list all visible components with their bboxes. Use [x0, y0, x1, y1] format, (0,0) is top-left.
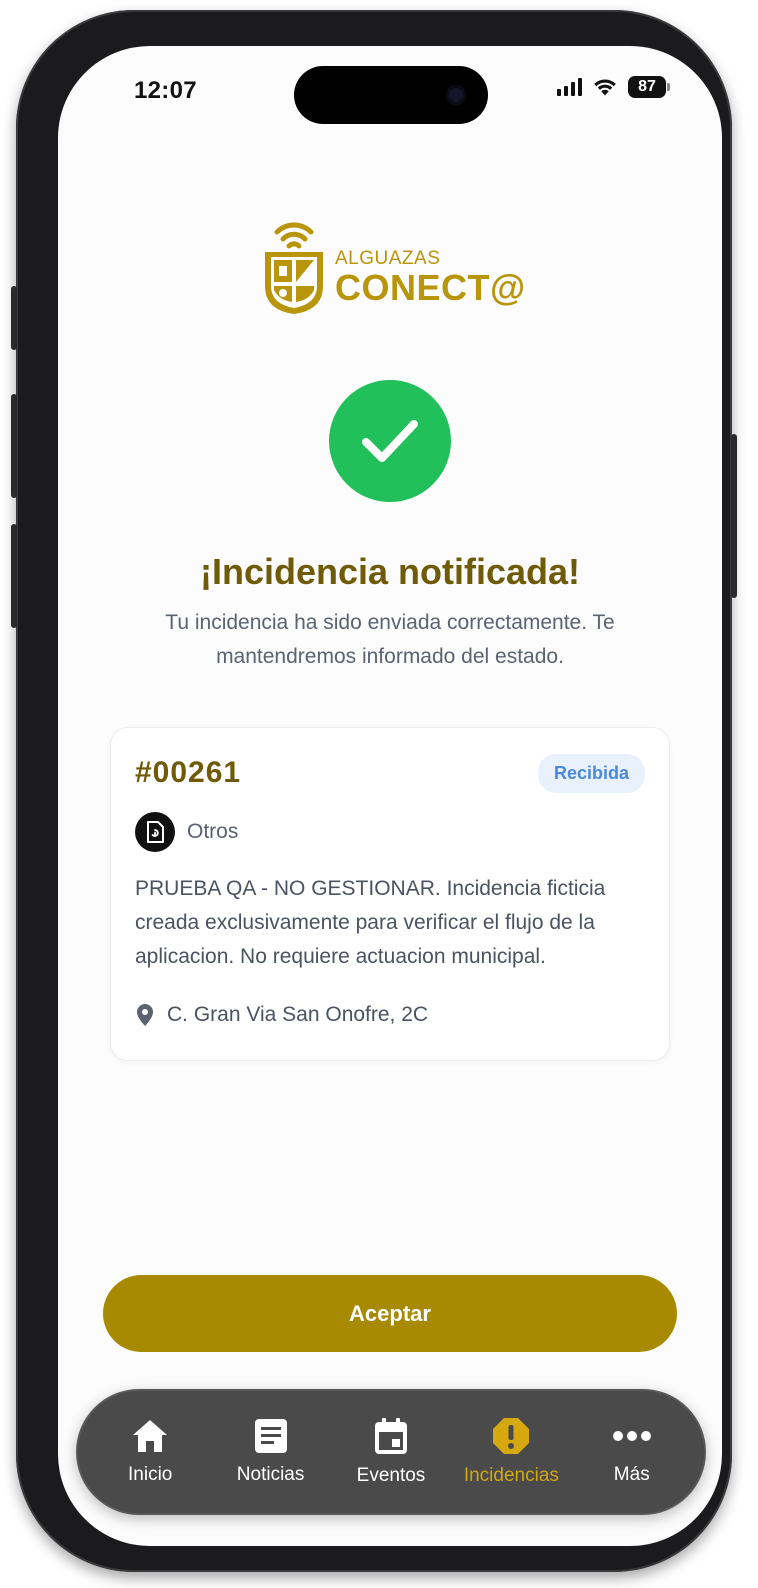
logo-line2: CONECT@ [335, 267, 526, 308]
status-time: 12:07 [134, 77, 197, 104]
home-icon [133, 1420, 168, 1452]
tab-eventos[interactable]: Eventos [331, 1402, 451, 1502]
status-badge: Recibida [537, 754, 645, 793]
tab-label: Inicio [128, 1464, 173, 1485]
document-icon [135, 812, 175, 852]
category-label: Otros [187, 820, 239, 843]
status-icons: 87 [557, 76, 670, 98]
tab-incidencias[interactable]: Incidencias [451, 1402, 571, 1502]
tab-noticias[interactable]: Noticias [211, 1402, 331, 1502]
tab-label: Incidencias [463, 1465, 559, 1486]
success-subtitle: Tu incidencia ha sido enviada correctame… [165, 611, 615, 668]
tab-mas[interactable]: Más [572, 1402, 692, 1502]
success-check-icon [329, 380, 451, 502]
incident-id: #00261 [135, 756, 242, 789]
app-logo: ALGUAZAS CONECT@ [261, 206, 526, 316]
app-screen: 12:07 87 ALGUAZAS CONECT@ ¡Incidencia no… [58, 46, 722, 1546]
tab-label: Eventos [356, 1465, 426, 1486]
accept-button[interactable]: Aceptar [103, 1275, 677, 1352]
incident-category: Otros [135, 812, 238, 852]
tab-label: Más [613, 1464, 650, 1485]
side-button [11, 286, 17, 350]
side-button [11, 524, 17, 628]
incident-description: PRUEBA QA - NO GESTIONAR. Incidencia fic… [135, 877, 606, 968]
success-title: ¡Incidencia notificada! [199, 551, 581, 592]
incident-address: C. Gran Via San Onofre, 2C [135, 1003, 428, 1027]
news-icon [254, 1419, 287, 1453]
alert-icon [493, 1418, 530, 1454]
more-icon [612, 1431, 651, 1441]
dynamic-island [294, 66, 488, 124]
wifi-icon [594, 79, 616, 96]
phone-frame: 12:07 87 ALGUAZAS CONECT@ ¡Incidencia no… [11, 10, 737, 1572]
signal-icon [557, 78, 582, 96]
side-button [731, 434, 737, 598]
battery-indicator: 87 [628, 76, 670, 98]
coat-of-arms-icon [265, 222, 323, 314]
address-label: C. Gran Via San Onofre, 2C [167, 1003, 429, 1026]
bottom-tab-bar: Inicio Noticias Eventos Incidencias Más [76, 1389, 706, 1515]
calendar-icon [374, 1418, 407, 1454]
tab-label: Noticias [236, 1464, 305, 1485]
logo-wordmark: ALGUAZAS CONECT@ [335, 248, 526, 306]
incident-card: #00261 Recibida Otros PRUEBA QA - NO GES… [110, 727, 670, 1061]
tab-inicio[interactable]: Inicio [90, 1402, 210, 1502]
side-button [11, 394, 17, 498]
location-pin-icon [137, 1004, 153, 1026]
camera-icon [446, 85, 466, 105]
